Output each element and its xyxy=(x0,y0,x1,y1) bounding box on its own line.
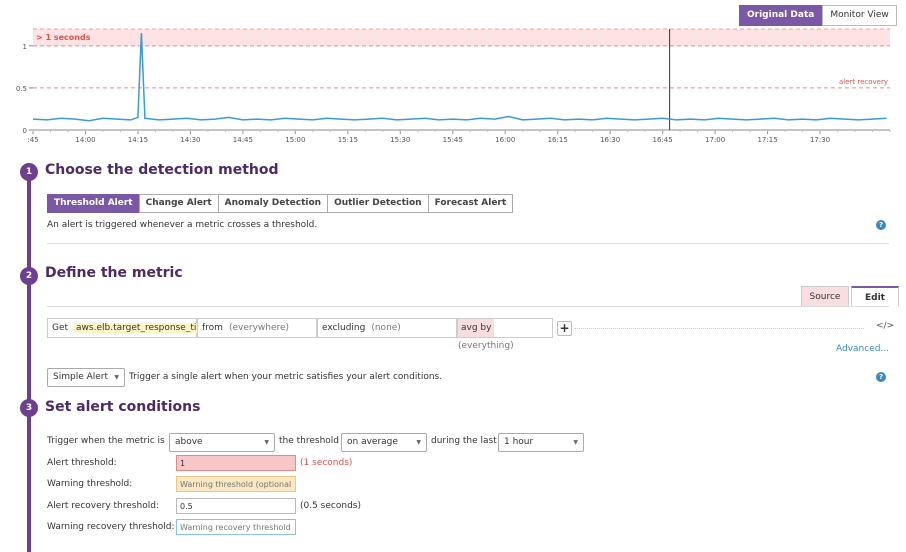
step-3-badge: 3 xyxy=(20,399,38,417)
excluding-selector[interactable]: excluding (none) xyxy=(317,318,457,338)
x-tick-label: 16:00 xyxy=(495,136,515,144)
step-3-title: Set alert conditions xyxy=(45,399,201,415)
from-label: from xyxy=(202,323,223,333)
alert-threshold-note: (1 seconds) xyxy=(300,458,353,468)
alert-threshold-label: > 1 seconds xyxy=(36,33,91,42)
recovery-threshold-label: alert recovery xyxy=(839,78,888,86)
alert-type-select[interactable]: Simple Alert ▼ xyxy=(47,368,125,387)
tab-edit[interactable]: Edit xyxy=(851,286,899,307)
x-tick-label: 15:30 xyxy=(390,136,410,144)
chevron-down-icon: ▼ xyxy=(573,439,578,446)
trigger-prefix-label: Trigger when the metric is xyxy=(47,436,165,446)
excluding-label: excluding xyxy=(322,323,366,333)
during-text: during the last xyxy=(431,436,497,446)
original-data-button[interactable]: Original Data xyxy=(739,5,823,26)
x-tick-label: 17:00 xyxy=(705,136,725,144)
warning-threshold-input[interactable] xyxy=(176,476,296,492)
advanced-link[interactable]: Advanced... xyxy=(836,344,889,354)
x-tick-label: 16:45 xyxy=(653,136,673,144)
step-1-badge: 1 xyxy=(20,163,38,181)
x-tick-label: 15:15 xyxy=(338,136,358,144)
avg-by-value: (everything) xyxy=(458,341,514,351)
step-2-title: Define the metric xyxy=(45,265,183,281)
x-tick-label: 16:15 xyxy=(548,136,568,144)
comparison-value: above xyxy=(175,437,203,447)
source-edit-tabs: Source Edit xyxy=(801,286,899,307)
from-value: (everywhere) xyxy=(228,323,290,333)
tab-forecast-alert[interactable]: Forecast Alert xyxy=(427,194,514,213)
metric-name: aws.elb.target_response_ti... xyxy=(74,323,207,333)
aggregation-value: on average xyxy=(347,437,398,447)
metric-query-row: Get aws.elb.target_response_ti... from (ev… xyxy=(47,318,572,351)
x-tick-label: 17:15 xyxy=(757,136,777,144)
warning-recovery-label: Warning recovery threshold: xyxy=(47,522,175,532)
aggregation-select[interactable]: on average ▼ xyxy=(341,433,427,452)
window-value: 1 hour xyxy=(504,437,534,447)
chevron-down-icon: ▼ xyxy=(416,439,421,446)
avg-by-label: avg by xyxy=(458,319,495,337)
y-tick-label: 0 xyxy=(23,127,27,135)
excluding-value: (none) xyxy=(371,323,401,333)
x-tick-label: 15:45 xyxy=(443,136,463,144)
alert-threshold-input[interactable] xyxy=(176,455,296,471)
warning-recovery-input[interactable] xyxy=(176,519,296,535)
detection-method-tabs: Threshold Alert Change Alert Anomaly Det… xyxy=(47,194,514,213)
warning-threshold-label: Warning threshold: xyxy=(47,479,133,489)
divider xyxy=(47,243,889,244)
tab-change-alert[interactable]: Change Alert xyxy=(138,194,219,213)
tab-threshold-alert[interactable]: Threshold Alert xyxy=(47,194,140,213)
y-tick-label: 1 xyxy=(23,43,27,51)
tab-outlier-detection[interactable]: Outlier Detection xyxy=(327,194,429,213)
x-tick-label: 15:00 xyxy=(285,136,305,144)
recovery-threshold-note: (0.5 seconds) xyxy=(300,501,361,511)
x-tick-label: 14:30 xyxy=(180,136,200,144)
threshold-text: the threshold xyxy=(279,436,340,446)
metric-selector[interactable]: Get aws.elb.target_response_ti... xyxy=(47,318,207,338)
x-tick-label: 14:15 xyxy=(128,136,148,144)
query-divider xyxy=(574,328,864,329)
divider xyxy=(47,306,889,307)
chevron-down-icon: ▼ xyxy=(114,374,119,381)
step-2-badge: 2 xyxy=(20,267,38,285)
code-icon[interactable]: </> xyxy=(876,321,894,331)
tab-anomaly-detection[interactable]: Anomaly Detection xyxy=(217,194,329,213)
add-function-button[interactable]: + xyxy=(557,320,572,336)
comparison-select[interactable]: above ▼ xyxy=(169,433,275,452)
y-tick-label: 0.5 xyxy=(16,85,27,93)
chevron-down-icon: ▼ xyxy=(264,439,269,446)
steps-rail xyxy=(27,170,31,552)
alert-type-value: Simple Alert xyxy=(53,372,109,382)
view-toggle: Original Data Monitor View xyxy=(739,5,897,26)
x-tick-label: 16:30 xyxy=(600,136,620,144)
avg-by-selector[interactable]: avg by (everything) xyxy=(457,318,553,351)
x-tick-label: 14:00 xyxy=(75,136,95,144)
get-label: Get xyxy=(52,323,69,333)
monitor-view-button[interactable]: Monitor View xyxy=(822,5,897,26)
help-icon[interactable]: ? xyxy=(876,372,886,382)
detection-method-description: An alert is triggered whenever a metric … xyxy=(47,220,318,230)
from-selector[interactable]: from (everywhere) xyxy=(197,318,317,338)
alert-zone xyxy=(33,29,890,46)
help-icon[interactable]: ? xyxy=(876,220,886,230)
x-tick-label: 17:30 xyxy=(810,136,830,144)
recovery-threshold-input[interactable] xyxy=(176,498,296,514)
step-1-title: Choose the detection method xyxy=(45,162,279,178)
alert-threshold-label: Alert threshold: xyxy=(47,458,117,468)
tab-source[interactable]: Source xyxy=(801,286,849,307)
x-tick-label: :45 xyxy=(27,136,38,144)
window-select[interactable]: 1 hour ▼ xyxy=(498,433,584,452)
recovery-threshold-label: Alert recovery threshold: xyxy=(47,501,159,511)
x-tick-label: 14:45 xyxy=(233,136,253,144)
metric-chart: > 1 seconds alert recovery 1 0.5 0:45 14:00 14… xyxy=(16,28,891,144)
alert-type-description: Trigger a single alert when your metric … xyxy=(129,372,443,382)
